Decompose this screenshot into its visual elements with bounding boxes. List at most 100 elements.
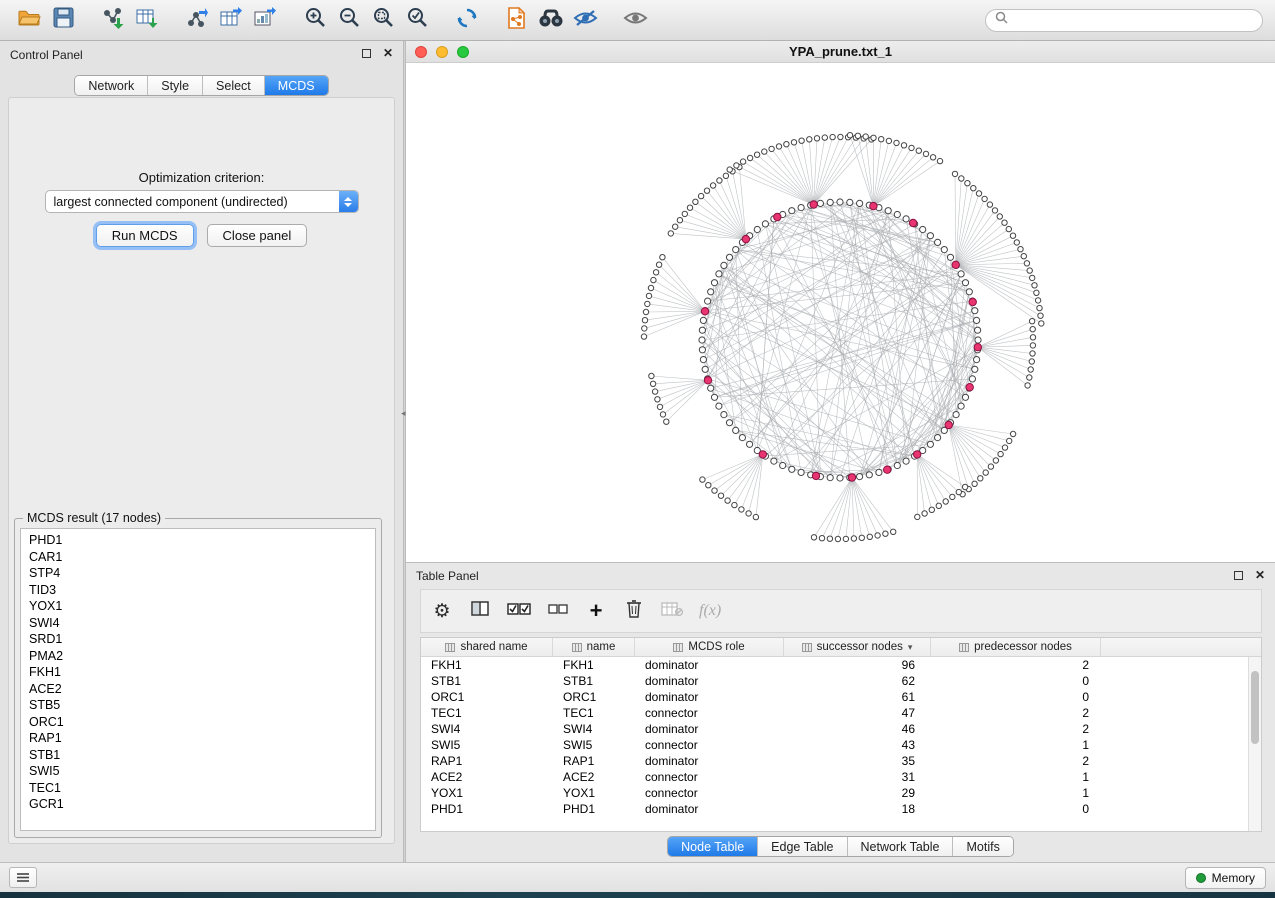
cell-predecessor-nodes[interactable]: 2	[931, 721, 1101, 737]
mcds-result-item[interactable]: RAP1	[21, 730, 375, 747]
cell-mcds-role[interactable]: dominator	[635, 753, 784, 769]
table-row[interactable]: ACE2ACE2connector311	[421, 769, 1261, 785]
cell-successor-nodes[interactable]: 46	[784, 721, 931, 737]
mcds-result-item[interactable]: PHD1	[21, 532, 375, 549]
mcds-result-item[interactable]: STB1	[21, 747, 375, 764]
table-row[interactable]: SWI5SWI5connector431	[421, 737, 1261, 753]
cell-name[interactable]: STB1	[553, 673, 635, 689]
zoom-fit-button[interactable]	[366, 5, 400, 35]
import-network-button[interactable]	[96, 5, 130, 35]
cell-shared-name[interactable]: PHD1	[421, 801, 553, 817]
optimization-criterion-dropdown[interactable]: largest connected component (undirected)	[45, 190, 359, 213]
hide-selected-button[interactable]	[568, 5, 602, 35]
mcds-result-item[interactable]: STP4	[21, 565, 375, 582]
cell-name[interactable]: SWI5	[553, 737, 635, 753]
task-history-button[interactable]	[9, 867, 37, 888]
column-header-shared-name[interactable]: shared name	[421, 638, 553, 656]
cell-mcds-role[interactable]: connector	[635, 785, 784, 801]
table-row[interactable]: PHD1PHD1dominator180	[421, 801, 1261, 817]
mcds-result-item[interactable]: ACE2	[21, 681, 375, 698]
splitter-collapse-icon[interactable]: ◂	[401, 408, 406, 419]
close-panel-icon[interactable]: ✕	[383, 48, 393, 58]
table-row[interactable]: STB1STB1dominator620	[421, 673, 1261, 689]
mcds-result-item[interactable]: YOX1	[21, 598, 375, 615]
cell-shared-name[interactable]: YOX1	[421, 785, 553, 801]
cell-predecessor-nodes[interactable]: 1	[931, 769, 1101, 785]
scrollbar-thumb[interactable]	[1251, 671, 1259, 744]
cell-predecessor-nodes[interactable]: 0	[931, 689, 1101, 705]
add-column-button[interactable]: +	[585, 598, 607, 624]
cell-name[interactable]: ACE2	[553, 769, 635, 785]
cell-successor-nodes[interactable]: 29	[784, 785, 931, 801]
tab-network[interactable]: Network	[75, 76, 147, 95]
cell-mcds-role[interactable]: connector	[635, 769, 784, 785]
cell-successor-nodes[interactable]: 18	[784, 801, 931, 817]
cell-mcds-role[interactable]: dominator	[635, 721, 784, 737]
export-image-button[interactable]	[248, 5, 282, 35]
cell-shared-name[interactable]: RAP1	[421, 753, 553, 769]
show-columns-button[interactable]	[469, 598, 491, 624]
cell-shared-name[interactable]: FKH1	[421, 657, 553, 673]
cell-predecessor-nodes[interactable]: 2	[931, 657, 1101, 673]
search-field[interactable]	[985, 9, 1263, 32]
tab-network-table[interactable]: Network Table	[847, 837, 953, 856]
search-input[interactable]	[1014, 12, 1253, 28]
cell-mcds-role[interactable]: dominator	[635, 689, 784, 705]
mcds-result-item[interactable]: FKH1	[21, 664, 375, 681]
cell-shared-name[interactable]: ACE2	[421, 769, 553, 785]
open-session-button[interactable]	[12, 5, 46, 35]
cell-shared-name[interactable]: TEC1	[421, 705, 553, 721]
cell-shared-name[interactable]: SWI5	[421, 737, 553, 753]
tab-node-table[interactable]: Node Table	[668, 837, 757, 856]
mcds-result-item[interactable]: SRD1	[21, 631, 375, 648]
mcds-result-list[interactable]: PHD1CAR1STP4TID3YOX1SWI4SRD1PMA2FKH1ACE2…	[20, 528, 376, 831]
cell-shared-name[interactable]: SWI4	[421, 721, 553, 737]
cell-successor-nodes[interactable]: 61	[784, 689, 931, 705]
network-graph[interactable]	[406, 63, 1275, 563]
table-row[interactable]: ORC1ORC1dominator610	[421, 689, 1261, 705]
mcds-result-item[interactable]: ORC1	[21, 714, 375, 731]
mcds-result-item[interactable]: PMA2	[21, 648, 375, 665]
table-row[interactable]: SWI4SWI4dominator462	[421, 721, 1261, 737]
cell-mcds-role[interactable]: connector	[635, 705, 784, 721]
save-session-button[interactable]	[46, 5, 80, 35]
mcds-result-item[interactable]: GCR1	[21, 796, 375, 813]
show-hidden-button[interactable]	[618, 5, 652, 35]
cell-mcds-role[interactable]: dominator	[635, 657, 784, 673]
cell-successor-nodes[interactable]: 31	[784, 769, 931, 785]
cell-successor-nodes[interactable]: 47	[784, 705, 931, 721]
apply-layout-button[interactable]	[450, 5, 484, 35]
cell-predecessor-nodes[interactable]: 0	[931, 801, 1101, 817]
table-row[interactable]: YOX1YOX1connector291	[421, 785, 1261, 801]
cell-name[interactable]: PHD1	[553, 801, 635, 817]
cell-name[interactable]: TEC1	[553, 705, 635, 721]
table-scrollbar[interactable]	[1248, 657, 1261, 831]
cell-predecessor-nodes[interactable]: 1	[931, 737, 1101, 753]
cell-name[interactable]: FKH1	[553, 657, 635, 673]
close-panel-button[interactable]: Close panel	[207, 224, 308, 247]
zoom-out-button[interactable]	[332, 5, 366, 35]
mcds-result-item[interactable]: SWI5	[21, 763, 375, 780]
mcds-result-item[interactable]: TEC1	[21, 780, 375, 797]
table-row[interactable]: FKH1FKH1dominator962	[421, 657, 1261, 673]
float-panel-icon[interactable]	[362, 49, 371, 58]
export-network-button[interactable]	[180, 5, 214, 35]
tab-style[interactable]: Style	[147, 76, 202, 95]
cell-successor-nodes[interactable]: 62	[784, 673, 931, 689]
cell-name[interactable]: SWI4	[553, 721, 635, 737]
table-row[interactable]: RAP1RAP1dominator352	[421, 753, 1261, 769]
first-neighbors-button[interactable]	[534, 5, 568, 35]
column-header-mcds-role[interactable]: MCDS role	[635, 638, 784, 656]
cell-mcds-role[interactable]: dominator	[635, 673, 784, 689]
share-document-button[interactable]	[500, 5, 534, 35]
mcds-result-item[interactable]: SWI4	[21, 615, 375, 632]
run-mcds-button[interactable]: Run MCDS	[96, 224, 194, 247]
cell-predecessor-nodes[interactable]: 0	[931, 673, 1101, 689]
zoom-selected-button[interactable]	[400, 5, 434, 35]
cell-name[interactable]: ORC1	[553, 689, 635, 705]
deselect-all-button[interactable]	[547, 598, 569, 624]
cell-successor-nodes[interactable]: 96	[784, 657, 931, 673]
export-table-button[interactable]	[214, 5, 248, 35]
delete-column-button[interactable]	[623, 598, 645, 624]
tab-motifs[interactable]: Motifs	[952, 837, 1012, 856]
